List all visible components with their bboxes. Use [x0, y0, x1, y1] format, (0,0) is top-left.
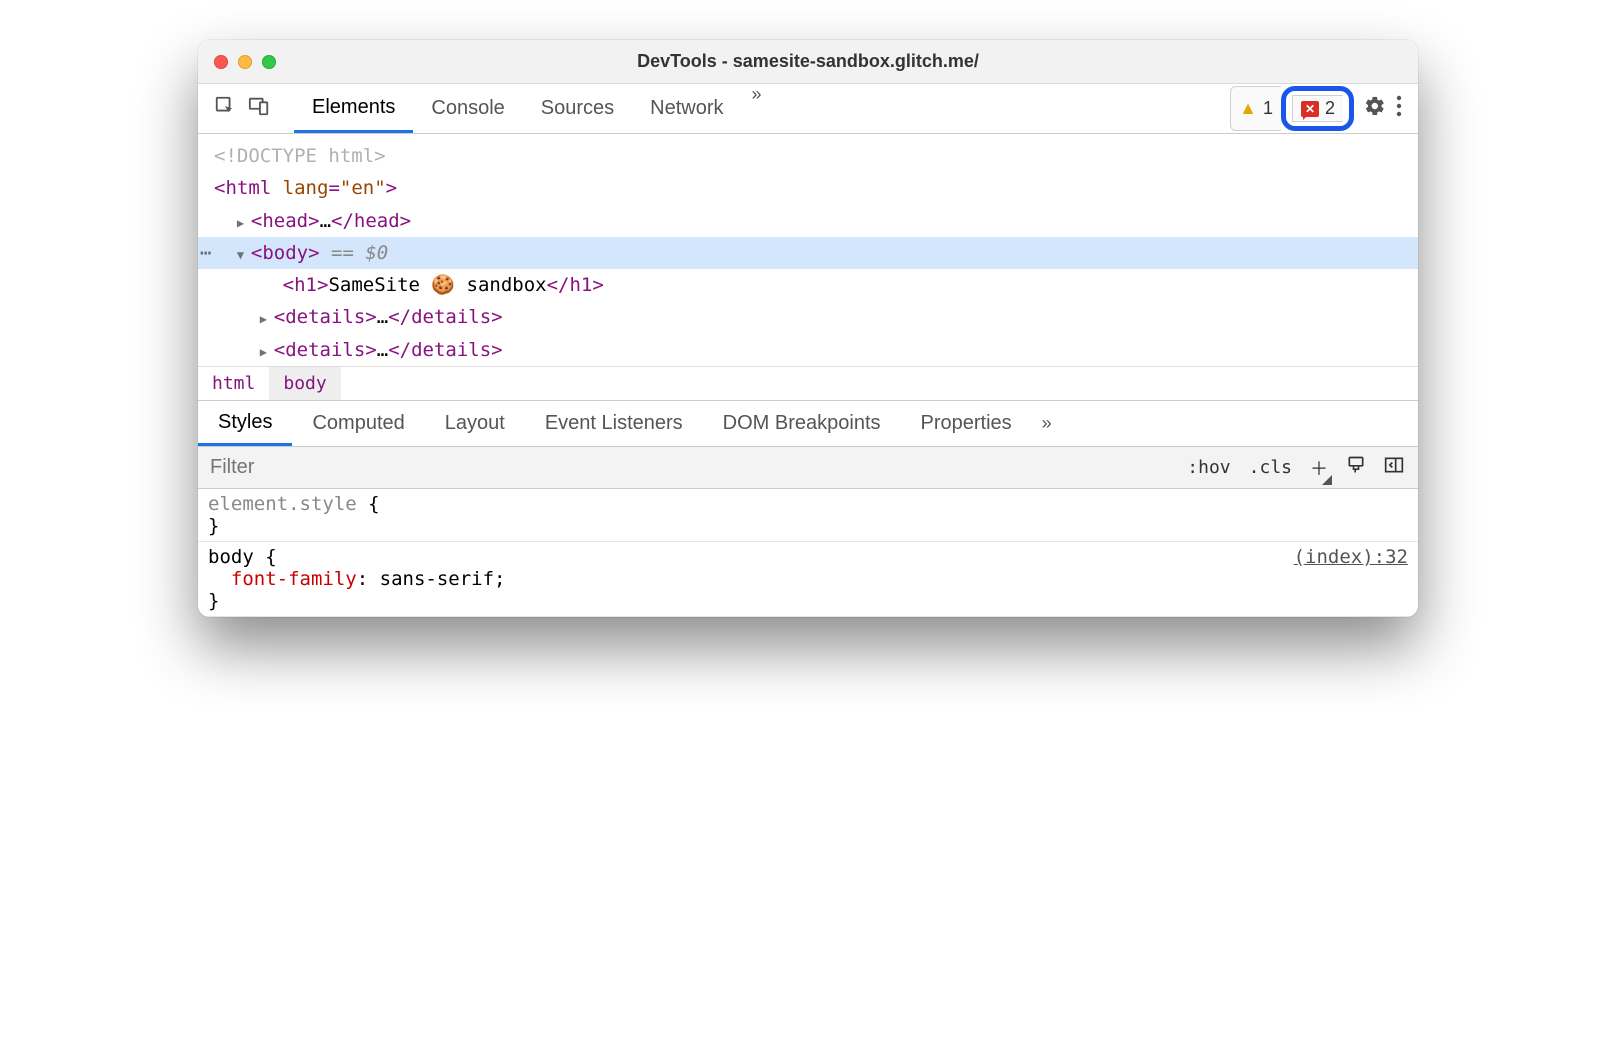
tab-console[interactable]: Console [413, 84, 522, 133]
tab-elements[interactable]: Elements [294, 84, 413, 133]
subtab-properties[interactable]: Properties [901, 401, 1032, 446]
window-title: DevTools - samesite-sandbox.glitch.me/ [198, 51, 1418, 72]
dom-html-open[interactable]: <html lang="en"> [214, 172, 1418, 204]
dom-details-1[interactable]: ▶<details>…</details> [214, 301, 1418, 333]
styles-pane: element.style { } (index):32 body { font… [198, 489, 1418, 617]
source-link[interactable]: (index):32 [1294, 546, 1408, 568]
styles-filter-input[interactable] [198, 456, 1173, 479]
subtab-layout[interactable]: Layout [425, 401, 525, 446]
subtab-styles[interactable]: Styles [198, 401, 292, 446]
warning-icon: ▲ [1239, 98, 1257, 119]
crumb-html[interactable]: html [198, 367, 269, 400]
breadcrumb: html body [198, 366, 1418, 401]
issues-highlight-ring: ✕ 2 [1281, 86, 1354, 131]
collapse-icon[interactable]: ▼ [237, 245, 251, 265]
warnings-badge[interactable]: ▲ 1 [1230, 86, 1281, 131]
dom-body-selected[interactable]: ▼<body> == $0 [198, 237, 1418, 269]
issues-count: 2 [1325, 98, 1335, 119]
issue-badges: ▲ 1 ✕ 2 [1230, 86, 1354, 131]
issues-icon: ✕ [1301, 101, 1319, 117]
crumb-body[interactable]: body [269, 367, 340, 400]
issues-badge[interactable]: ✕ 2 [1292, 95, 1343, 122]
subtab-event-listeners[interactable]: Event Listeners [525, 401, 703, 446]
inspect-element-icon[interactable] [214, 95, 236, 123]
expand-icon[interactable]: ▶ [260, 309, 274, 329]
settings-icon[interactable] [1364, 95, 1386, 123]
subtab-dom-breakpoints[interactable]: DOM Breakpoints [703, 401, 901, 446]
cls-toggle[interactable]: .cls [1249, 457, 1292, 478]
titlebar: DevTools - samesite-sandbox.glitch.me/ [198, 40, 1418, 84]
cookie-emoji: 🍪 [431, 274, 455, 296]
expand-icon[interactable]: ▶ [260, 342, 274, 362]
styles-subtabs: Styles Computed Layout Event Listeners D… [198, 401, 1418, 447]
tab-network[interactable]: Network [632, 84, 741, 133]
more-options-icon[interactable] [1396, 95, 1402, 123]
expand-icon[interactable]: ▶ [237, 213, 251, 233]
element-style-rule[interactable]: element.style { } [198, 489, 1418, 542]
device-toolbar-icon[interactable] [248, 95, 270, 123]
paint-brush-icon[interactable] [1346, 455, 1366, 480]
new-style-rule-icon[interactable]: ＋ [1310, 455, 1328, 481]
dom-tree[interactable]: <!DOCTYPE html> <html lang="en"> ▶<head>… [198, 134, 1418, 366]
dom-head[interactable]: ▶<head>…</head> [214, 205, 1418, 237]
styles-filter-row: :hov .cls ＋ [198, 447, 1418, 489]
dom-details-2[interactable]: ▶<details>…</details> [214, 334, 1418, 366]
warnings-count: 1 [1263, 98, 1273, 119]
body-rule[interactable]: (index):32 body { font-family: sans-seri… [198, 542, 1418, 617]
main-toolbar: Elements Console Sources Network » ▲ 1 ✕… [198, 84, 1418, 134]
more-subtabs-icon[interactable]: » [1032, 413, 1059, 434]
dom-h1[interactable]: <h1>SameSite 🍪 sandbox</h1> [214, 269, 1418, 301]
panel-tabs: Elements Console Sources Network » [294, 84, 769, 133]
subtab-computed[interactable]: Computed [292, 401, 424, 446]
toggle-computed-sidebar-icon[interactable] [1384, 455, 1404, 480]
tab-sources[interactable]: Sources [523, 84, 632, 133]
dom-doctype[interactable]: <!DOCTYPE html> [214, 140, 1418, 172]
hov-toggle[interactable]: :hov [1187, 457, 1230, 478]
devtools-window: DevTools - samesite-sandbox.glitch.me/ E… [198, 40, 1418, 617]
more-tabs-icon[interactable]: » [742, 84, 769, 133]
